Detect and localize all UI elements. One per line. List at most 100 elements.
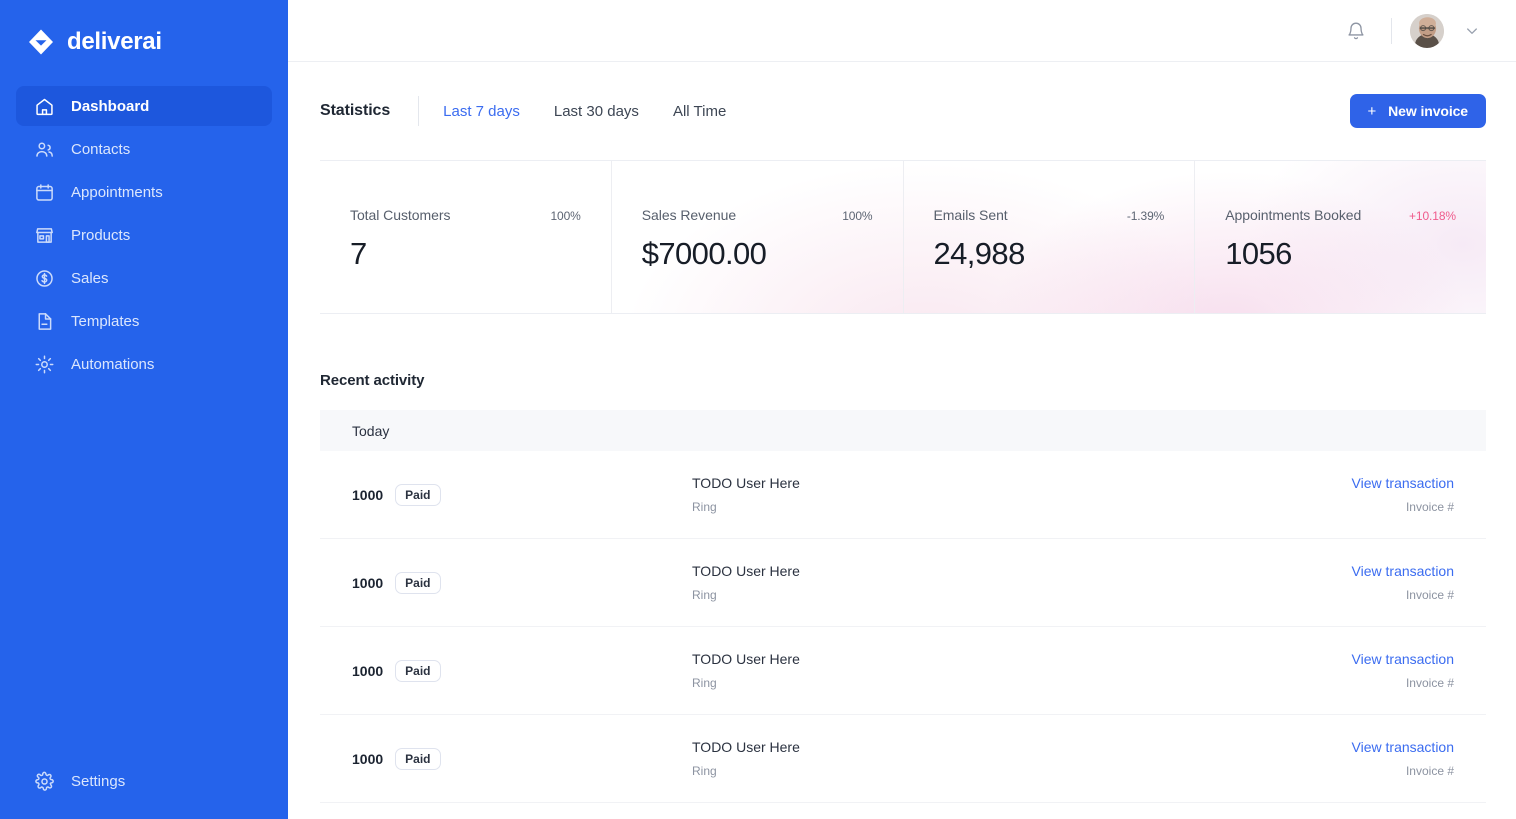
sidebar-item-label: Templates [71,312,140,330]
document-icon [38,312,52,330]
table-row[interactable]: 1000 Paid TODO User Here Ring View trans… [320,451,1486,539]
row-user-sub: Ring [692,588,717,602]
home-icon [36,98,53,115]
row-action-cell: View transaction Invoice # [1352,475,1454,514]
stat-card-top: Total Customers 100% [350,207,581,223]
tab-last-7-days[interactable]: Last 7 days [443,103,520,120]
stat-card-appointments-booked: Appointments Booked +10.18% 1056 [1195,161,1486,313]
row-user-name: TODO User Here [692,651,800,667]
table-row[interactable]: 1000 Paid TODO User Here Ring View trans… [320,539,1486,627]
stat-label: Appointments Booked [1225,207,1362,223]
view-transaction-link[interactable]: View transaction [1352,563,1454,579]
notifications-button[interactable] [1339,14,1373,48]
stat-value: 7 [350,236,367,271]
sidebar-item-label: Sales [71,269,109,287]
table-group-header: Today [320,410,1486,451]
sidebar-item-label: Appointments [71,183,163,201]
sidebar-item-appointments[interactable]: Appointments [16,172,272,212]
row-user-sub: Ring [692,676,717,690]
sidebar-item-label: Contacts [71,140,131,158]
topbar-divider [1391,17,1392,44]
row-user-cell: TODO User Here Ring [692,739,1352,778]
sidebar-item-automations[interactable]: Automations [16,344,272,384]
row-amount: 1000 [352,574,384,591]
sidebar-nav: Dashboard Contacts Appointments Products… [0,86,288,384]
stat-value: $7000.00 [641,236,767,271]
user-avatar [1410,13,1444,48]
gear-cog-icon [35,355,54,373]
sidebar-item-label: Products [71,226,131,244]
row-user-name: TODO User Here [692,563,800,579]
row-user-sub: Ring [692,764,717,778]
sidebar-item-label: Automations [71,355,155,373]
users-icon [36,142,53,157]
sidebar-item-dashboard[interactable]: Dashboard [16,86,272,126]
row-user-cell: TODO User Here Ring [692,651,1352,690]
sidebar-item-products[interactable]: Products [16,215,272,255]
stat-card-total-customers: Total Customers 100% 7 [320,161,612,313]
tab-all-time[interactable]: All Time [673,103,726,120]
tab-last-30-days[interactable]: Last 30 days [554,103,639,120]
row-action-cell: View transaction Invoice # [1352,739,1454,778]
status-badge: Paid [395,571,441,594]
sidebar-item-label: Settings [71,772,126,790]
sidebar-item-sales[interactable]: Sales [16,258,272,298]
brand-name: deliverai [67,28,162,55]
stat-delta: 100% [842,209,873,223]
row-invoice-number: Invoice # [1405,676,1454,690]
stat-delta: -1.39% [1126,209,1165,223]
dollar-circle-icon [36,269,53,287]
statistics-divider [418,96,420,126]
stat-label: Sales Revenue [641,207,737,223]
row-invoice-number: Invoice # [1405,764,1454,778]
sidebar-item-templates[interactable]: Templates [16,301,272,341]
status-badge: Paid [395,483,441,506]
stat-label: Total Customers [350,207,451,223]
status-badge: Paid [395,747,441,770]
plus-icon: + [1367,102,1377,120]
sidebar: deliverai Dashboard Contacts Appointment… [0,0,288,819]
view-transaction-link[interactable]: View transaction [1352,739,1454,755]
avatar[interactable] [1410,13,1444,48]
stat-delta: 100% [550,209,581,223]
brand[interactable]: deliverai [0,0,288,64]
row-action-cell: View transaction Invoice # [1352,563,1454,602]
row-amount-cell: 1000 Paid [352,747,692,770]
row-user-sub: Ring [692,500,717,514]
calendar-icon [36,183,53,201]
main-content: Statistics Last 7 days Last 30 days All … [288,0,1516,819]
view-transaction-link[interactable]: View transaction [1352,475,1454,491]
stat-delta: +10.18% [1408,209,1456,223]
stat-card-top: Sales Revenue 100% [642,207,873,223]
stat-card-top: Appointments Booked +10.18% [1225,207,1456,223]
row-invoice-number: Invoice # [1405,588,1454,602]
row-amount-cell: 1000 Paid [352,483,692,506]
view-transaction-link[interactable]: View transaction [1352,651,1454,667]
sidebar-item-settings[interactable]: Settings [16,761,272,801]
row-user-cell: TODO User Here Ring [692,563,1352,602]
row-invoice-number: Invoice # [1405,500,1454,514]
sidebar-item-label: Dashboard [71,97,150,115]
row-user-name: TODO User Here [692,475,800,491]
sidebar-bottom: Settings [0,761,288,819]
row-amount: 1000 [352,486,384,503]
row-user-cell: TODO User Here Ring [692,475,1352,514]
sidebar-item-contacts[interactable]: Contacts [16,129,272,169]
stat-cards: Total Customers 100% 7 Sales Revenue 100… [320,160,1486,314]
stat-card-emails-sent: Emails Sent -1.39% 24,988 [904,161,1196,313]
stat-value: 24,988 [933,236,1026,271]
stat-card-top: Emails Sent -1.39% [934,207,1165,223]
table-row[interactable]: 1000 Paid TODO User Here Ring View trans… [320,715,1486,803]
recent-activity-title: Recent activity [320,372,425,389]
row-amount: 1000 [352,662,384,679]
chevron-down-icon [1467,27,1477,34]
stat-card-sales-revenue: Sales Revenue 100% $7000.00 [612,161,904,313]
statistics-header: Statistics Last 7 days Last 30 days All … [288,62,1516,160]
stat-label: Emails Sent [933,207,1008,223]
new-invoice-button[interactable]: + New invoice [1349,94,1486,128]
row-amount: 1000 [352,750,384,767]
account-dropdown-button[interactable] [1458,17,1486,45]
page-title: Statistics [320,102,391,119]
table-row[interactable]: 1000 Paid TODO User Here Ring View trans… [320,627,1486,715]
diamond-logo-icon [29,29,53,55]
